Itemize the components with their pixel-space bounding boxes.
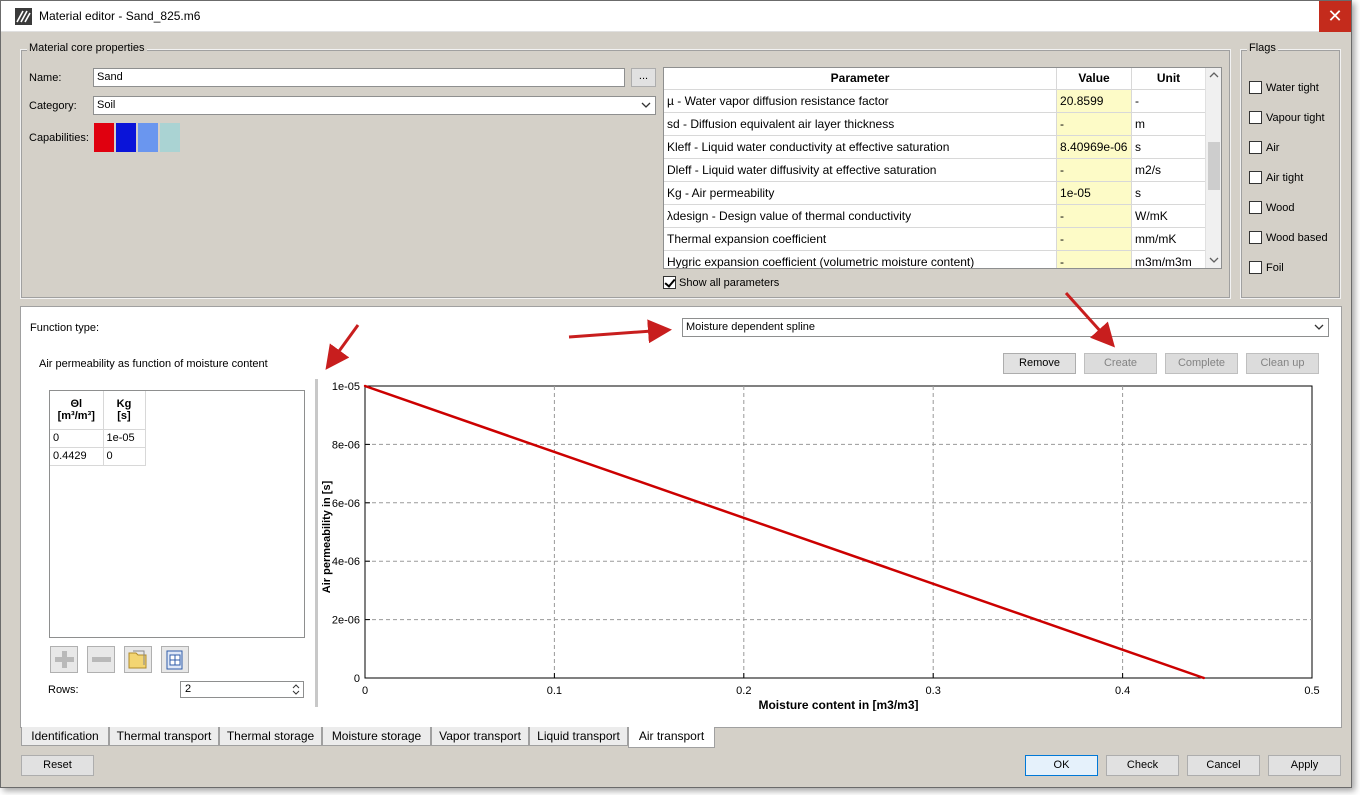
material-editor-window: Material editor - Sand_825.m6 ✕ Material… [0,0,1352,788]
annotation-arrows [325,291,1116,370]
annotation-arrow-create [1064,291,1116,348]
annotation-arrow-splitter [325,324,360,370]
annotation-arrow-function-type [568,319,672,344]
